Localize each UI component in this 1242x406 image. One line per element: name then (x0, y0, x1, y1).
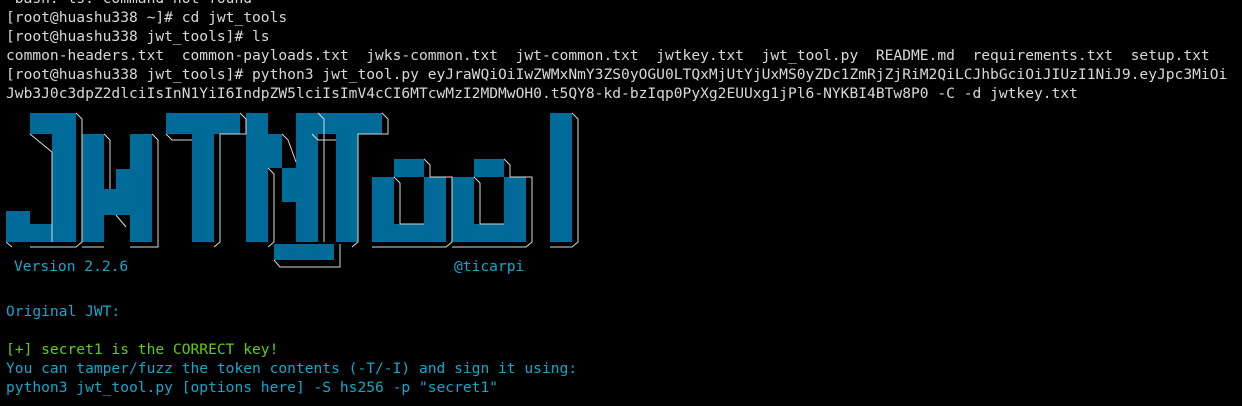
result-key-message: [+] secret1 is the CORRECT key! (6, 341, 279, 358)
terminal-line-cd: [root@huashu338 ~]# cd jwt_tools (6, 9, 288, 26)
terminal-window[interactable]: -bash: ls: command not found [root@huash… (6, 0, 1242, 397)
sign-command: python3 jwt_tool.py [options here] -S hs… (6, 379, 499, 396)
terminal-line-ls: [root@huashu338 jwt_tools]# ls (6, 28, 270, 45)
terminal-line-clipped: -bash: ls: command not found (6, 0, 1242, 8)
original-jwt-label: Original JWT: (6, 303, 121, 320)
tamper-hint: You can tamper/fuzz the token contents (… (6, 360, 578, 377)
banner-author: @ticarpi (454, 258, 525, 275)
terminal-command-line-1: [root@huashu338 jwt_tools]# python3 jwt_… (6, 66, 1228, 83)
banner-version: Version 2.2.6 (14, 258, 129, 275)
terminal-command-line-2: Jwb3J0c3dpZ2dlciIsInN1YiI6IndpZW5lciIsIm… (6, 85, 1078, 102)
terminal-ls-output: common-headers.txt common-payloads.txt j… (6, 47, 1210, 64)
jwt-tool-banner: Version 2.2.6 @ticarpi (6, 107, 606, 302)
